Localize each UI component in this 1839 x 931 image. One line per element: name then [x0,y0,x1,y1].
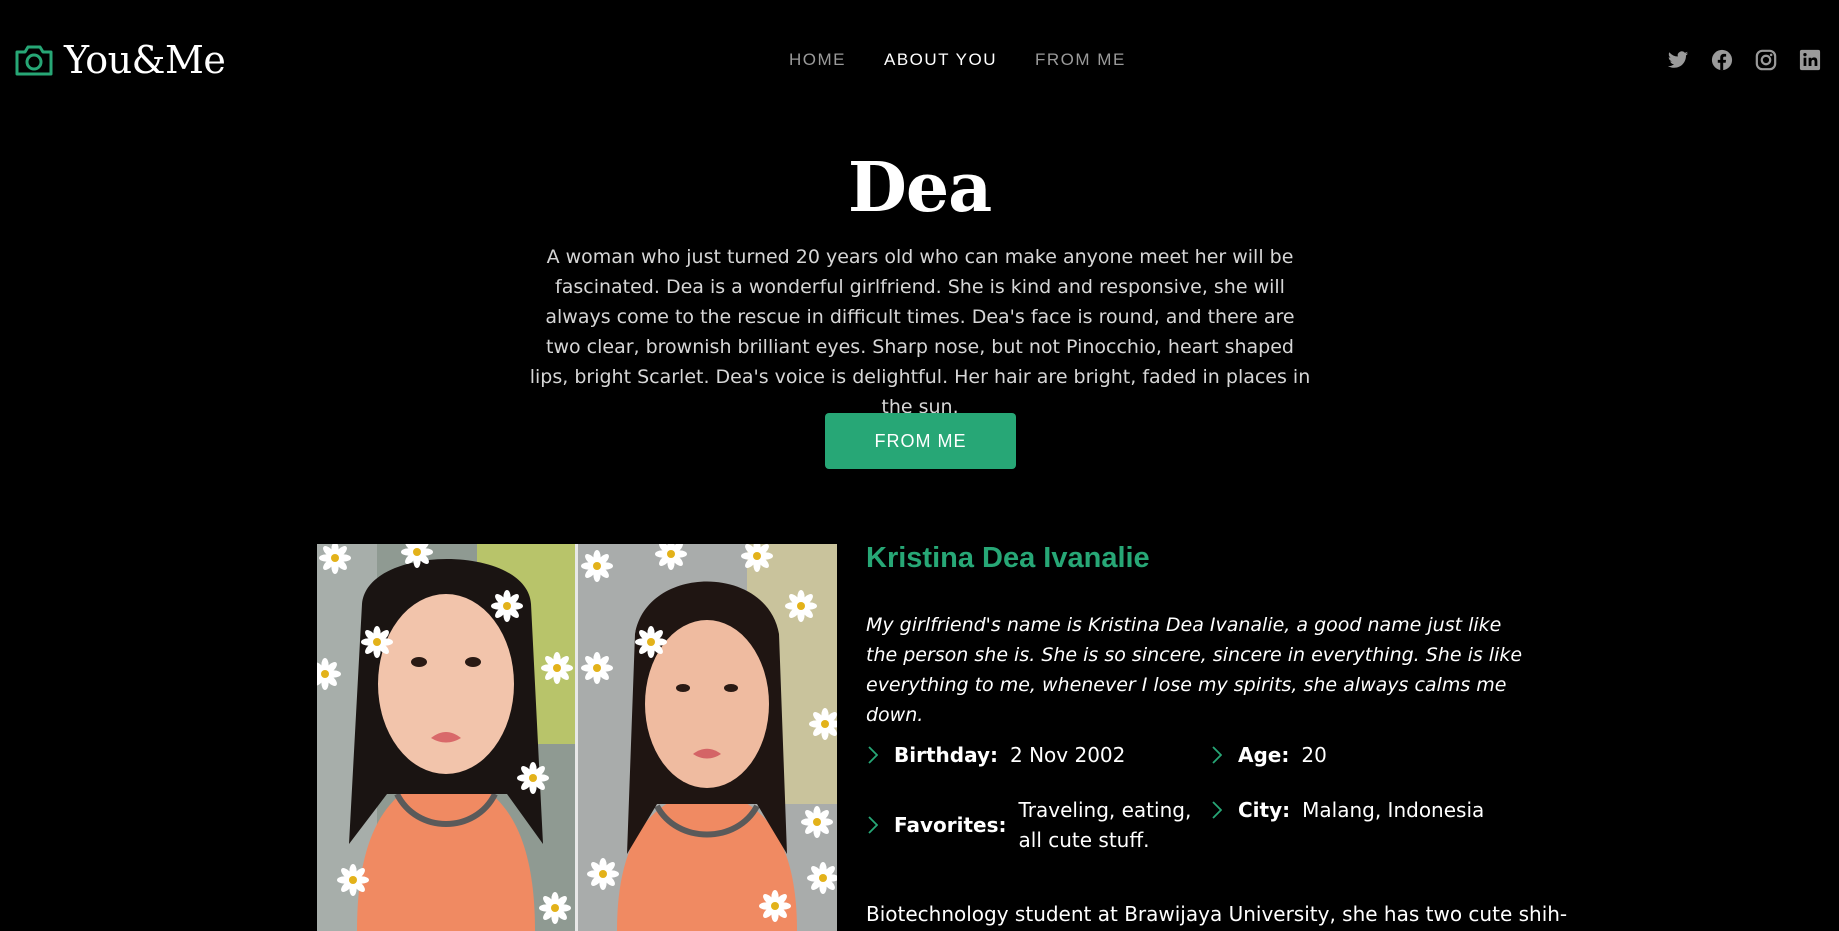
hero-title: Dea [847,148,992,228]
detail-favorites: Favorites: Traveling, eating, all cute s… [868,795,1194,855]
site-header: You&Me HOME ABOUT YOU FROM ME [0,0,1839,122]
profile-more-text: Biotechnology student at Brawijaya Unive… [866,902,1568,926]
chevron-right-icon [1212,795,1226,825]
chevron-right-icon [868,810,882,840]
favorites-label: Favorites: [894,813,1007,837]
profile-bio: My girlfriend's name is Kristina Dea Iva… [866,614,1523,726]
detail-birthday: Birthday: 2 Nov 2002 [868,740,1125,770]
from-me-button[interactable]: FROM ME [825,413,1016,469]
social-links [1645,49,1821,71]
age-value: 20 [1301,743,1327,767]
twitter-icon[interactable] [1667,49,1689,71]
camera-icon [14,43,54,77]
nav-from-me[interactable]: FROM ME [1035,50,1126,70]
hero-description: A woman who just turned 20 years old who… [529,246,1311,418]
chevron-right-icon [868,740,882,770]
detail-city: City: Malang, Indonesia [1212,795,1484,825]
profile-name: Kristina Dea Ivanalie [866,542,1150,574]
profile-photo [317,544,837,931]
city-label: City: [1238,798,1291,822]
nav-about-you[interactable]: ABOUT YOU [884,50,997,70]
birthday-label: Birthday: [894,743,998,767]
facebook-icon[interactable] [1711,49,1733,71]
linkedin-icon[interactable] [1799,49,1821,71]
birthday-value: 2 Nov 2002 [1010,743,1126,767]
age-label: Age: [1238,743,1290,767]
instagram-icon[interactable] [1755,49,1777,71]
nav-home[interactable]: HOME [789,50,846,70]
brand-logo[interactable]: You&Me [14,38,226,82]
favorites-value: Traveling, eating, all cute stuff. [1018,798,1192,852]
brand-name: You&Me [64,38,226,82]
main-nav: HOME ABOUT YOU FROM ME [789,50,1164,70]
city-value: Malang, Indonesia [1302,798,1485,822]
chevron-right-icon [1212,740,1226,770]
detail-age: Age: 20 [1212,740,1327,770]
